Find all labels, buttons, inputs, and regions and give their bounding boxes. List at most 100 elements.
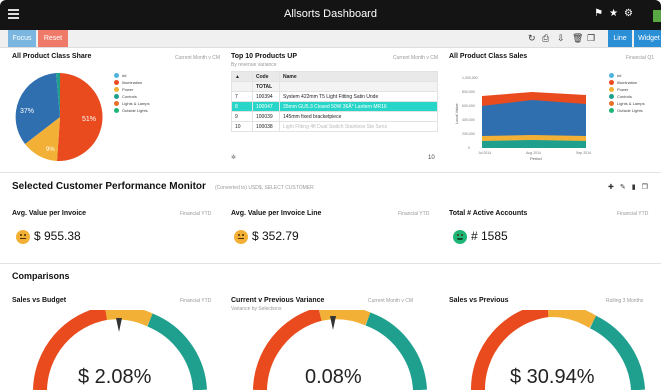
avatar[interactable] [653,10,661,22]
x-tick: Aug 2014 [526,151,541,155]
y-axis-label: Local Value [454,103,459,124]
y-tick: 200,000 [462,132,475,136]
customer-section-subtitle[interactable]: (Converted to) USD$, SELECT CUSTOMER [215,185,314,191]
copy-icon[interactable]: ❐ [587,33,595,44]
area-panel-filter[interactable]: Financial Q1 [600,55,654,61]
customer-section-title: Selected Customer Performance Monitor [12,181,206,192]
metric-value: # 1585 [453,229,508,244]
table-panel-filter[interactable]: Current Month v CM [368,55,438,61]
neutral-face-icon [16,229,30,244]
area-series-teal [482,140,586,148]
legend-item[interactable]: Outside Lights [114,107,150,114]
export-icon[interactable]: ⇩ [557,33,565,44]
legend-dot [114,80,119,86]
legend-dot [114,108,119,114]
settings-icon[interactable]: ⚙ [624,8,639,19]
legend-item[interactable]: Illumination [114,79,150,86]
legend-item[interactable]: Outside Lights [609,107,645,114]
comparison-label: Sales vs Previous [449,297,509,304]
metric-period: Financial YTD [180,211,212,217]
legend-item[interactable]: Lights & Lamps [609,100,645,107]
trash-icon[interactable]: ▮ [632,184,642,191]
star-icon[interactable]: ★ [609,8,624,19]
metric-period: Financial YTD [617,211,649,217]
comparison-period: Financial YTD [180,298,212,304]
metric-label: Total # Active Accounts [449,210,528,217]
y-tick: 400,000 [462,118,475,122]
gauge-value: $ 2.08% [78,366,152,388]
divider [0,172,661,173]
pie-label-yellow: 9% [46,147,55,153]
comparison-period: Rolling 3 Months [606,298,644,304]
section-icons: ✚✎▮❐ [608,183,654,191]
metric-label: Avg. Value per Invoice Line [231,210,322,217]
copy-icon[interactable]: ❐ [642,184,654,191]
table-row[interactable]: 8 100047 35mm GU5.3 Closed 50W 36Â° Lanter… [231,101,438,112]
metric-value: $ 352.79 [234,229,299,244]
toolbar: Focus Reset ↻ ⎙ ⇩ 🗑 ❐ Line Widget [0,30,661,48]
legend-item[interactable]: ## [114,72,150,79]
title-bar: Allsorts Dashboard ⚑★⚙ [0,0,661,30]
pie-label-red: 51% [82,116,96,123]
legend-item[interactable]: Power [114,86,150,93]
comparison-period: Current Month v CM [368,298,414,304]
legend-dot [114,87,119,93]
metric-value: $ 955.38 [16,229,81,244]
window-title: Allsorts Dashboard [284,8,377,20]
edit-icon[interactable]: ✎ [620,184,632,191]
legend-item[interactable]: Illumination [609,79,645,86]
comparison-label: Current v Previous Variance [231,297,325,304]
happy-face-icon [453,229,467,244]
table-header: ▲ Code Name [231,71,438,82]
metric-label: Avg. Value per Invoice [12,210,87,217]
pie-panel-filter[interactable]: Current Month v CM [150,55,220,61]
table-panel-subtitle: By revenue variance [231,62,277,68]
table-row[interactable]: 9 100039 145mm fixed bracketpiece [231,111,438,122]
pie-chart: 37% 51% 9% [15,72,103,162]
flag-icon[interactable]: ⚑ [594,8,609,19]
gauge-value: 0.08% [305,366,362,388]
area-chart: Local Value 1,000,000 800,000 600,000 40… [454,76,591,161]
pie-panel-title: All Product Class Share [12,53,92,60]
legend-item[interactable]: ## [609,72,645,79]
pie-label-blue: 37% [20,108,34,115]
settings-icon[interactable]: ✲ [231,154,236,161]
legend-item[interactable]: Controls [609,93,645,100]
legend-item[interactable]: Lights & Lamps [114,100,150,107]
gauge-needle [116,318,122,332]
table-page-count: 10 [428,155,435,161]
legend-dot [114,94,119,100]
gauge-value: $ 30.94% [510,366,595,388]
legend-item[interactable]: Controls [114,93,150,100]
y-tick: 1,000,000 [462,76,478,80]
products-table: ▲ Code Name TOTAL 7 100394 System 422mm T5… [231,71,438,132]
pie-legend: ## Illumination Power Controls Lights & … [114,72,150,114]
y-tick: 600,000 [462,104,475,108]
y-tick: 0 [468,146,470,150]
y-tick: 800,000 [462,90,475,94]
refresh-icon[interactable]: ↻ [528,33,536,44]
trash-icon[interactable]: 🗑 [572,33,583,44]
column-header-name[interactable]: Name [279,71,438,82]
widget-button[interactable]: Widget [634,30,661,47]
table-row[interactable]: 10 100038 Light Fitting 4ft Dual Switch St… [231,121,438,132]
table-row[interactable]: 7 100394 System 422mm T5 Light Fitting Sat… [231,91,438,102]
comparison-label: Sales vs Budget [12,297,67,304]
legend-dot [114,73,119,79]
table-panel-title: Top 10 Products UP [231,53,297,60]
sort-icon[interactable]: ▲ [231,71,253,82]
focus-button[interactable]: Focus [8,30,36,47]
print-icon[interactable]: ⎙ [542,33,549,44]
line-button[interactable]: Line [608,30,632,47]
gauge-needle [330,316,336,330]
x-tick: Sep 2014 [576,151,591,155]
metric-period: Financial YTD [398,211,430,217]
legend-item[interactable]: Power [609,86,645,93]
column-header-code[interactable]: Code [252,71,280,82]
legend-dot [114,101,119,107]
reset-button[interactable]: Reset [38,30,68,47]
add-icon[interactable]: ✚ [608,184,620,191]
table-total-row: TOTAL [231,81,438,92]
x-axis-label: Period [530,156,542,161]
x-tick: Jul 2014 [478,151,491,155]
